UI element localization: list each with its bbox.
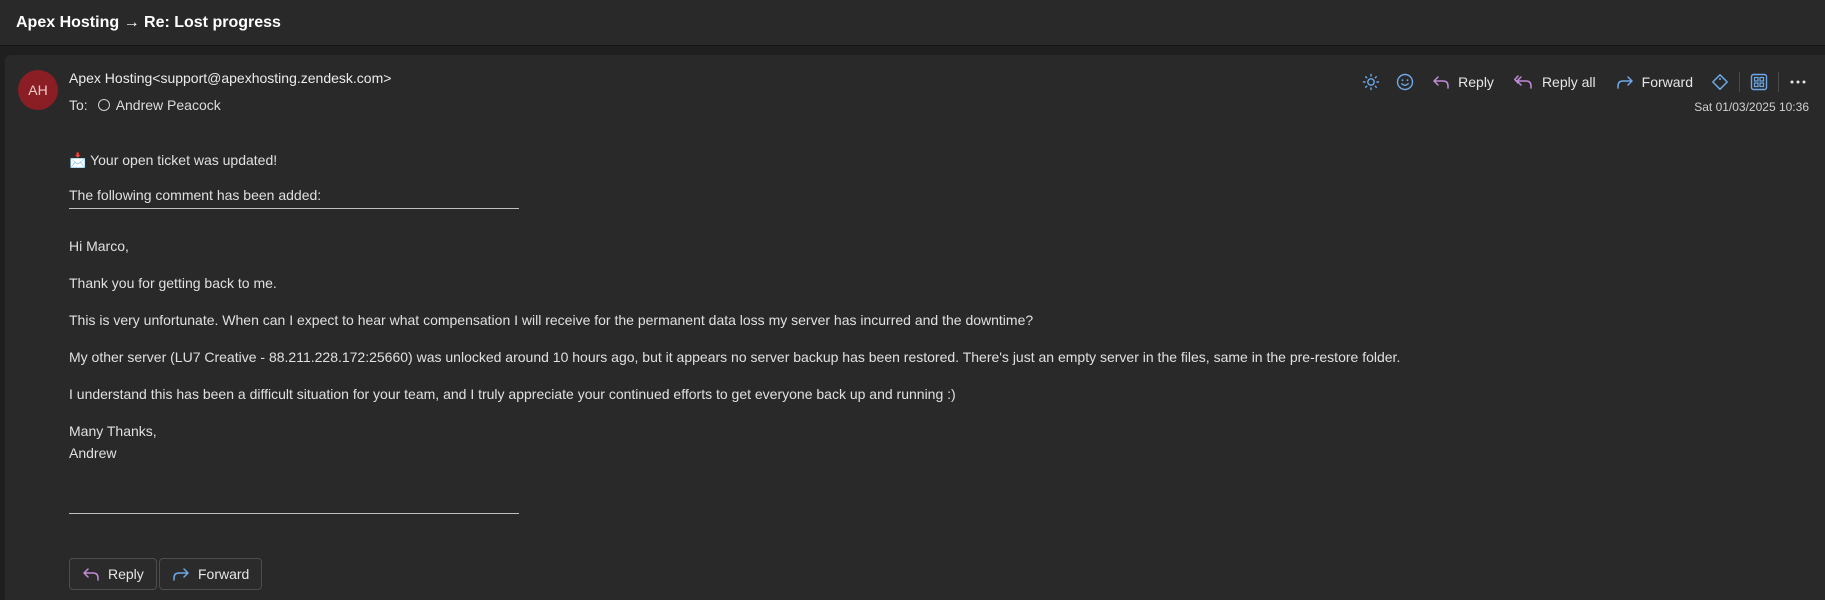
divider-bottom — [69, 513, 519, 514]
reply-all-label: Reply all — [1541, 74, 1596, 90]
tag-icon[interactable] — [1703, 67, 1737, 97]
apps-icon[interactable] — [1742, 67, 1776, 97]
forward-label: Forward — [1641, 74, 1693, 90]
sun-icon[interactable] — [1354, 67, 1388, 97]
footer-reply-button[interactable]: Reply — [69, 558, 157, 590]
forward-icon — [1616, 74, 1634, 90]
signoff-line-1: Many Thanks, — [69, 423, 157, 439]
reply-all-button[interactable]: Reply all — [1504, 67, 1606, 97]
signoff-line-2: Andrew — [69, 445, 117, 461]
emoji-icon[interactable] — [1388, 67, 1422, 97]
recipient-name[interactable]: Andrew Peacock — [116, 97, 221, 113]
reply-label: Reply — [1458, 74, 1494, 90]
message-date: Sat 01/03/2025 10:36 — [1694, 100, 1809, 114]
paragraph-3: My other server (LU7 Creative - 88.211.2… — [69, 349, 1401, 365]
presence-icon — [97, 99, 110, 111]
reply-button[interactable]: Reply — [1422, 67, 1504, 97]
ticket-notice: 📩 Your open ticket was updated! — [69, 152, 278, 168]
window-title: Apex Hosting → Re: Lost progress — [16, 13, 281, 31]
to-line: To: Andrew Peacock — [69, 97, 221, 113]
toolbar-separator — [1739, 72, 1740, 92]
footer-forward-button[interactable]: Forward — [159, 558, 263, 590]
forward-icon — [172, 566, 190, 582]
avatar[interactable]: AH — [18, 70, 58, 110]
title-bar: Apex Hosting → Re: Lost progress — [0, 0, 1825, 46]
message-actions-toolbar: Reply Reply all Forward — [1354, 67, 1815, 97]
toolbar-separator — [1778, 72, 1779, 92]
footer-forward-label: Forward — [198, 566, 250, 582]
paragraph-2: This is very unfortunate. When can I exp… — [69, 312, 1034, 328]
divider-top — [69, 208, 519, 209]
comment-intro: The following comment has been added: — [69, 187, 322, 203]
reply-icon — [82, 566, 100, 582]
footer-reply-label: Reply — [108, 566, 144, 582]
reply-all-icon — [1513, 74, 1534, 90]
sender-name[interactable]: Apex Hosting<support@apexhosting.zendesk… — [69, 70, 391, 86]
reading-pane: AH Apex Hosting<support@apexhosting.zend… — [5, 55, 1825, 600]
paragraph-1: Thank you for getting back to me. — [69, 275, 277, 291]
reply-icon — [1432, 74, 1450, 90]
paragraph-4: I understand this has been a difficult s… — [69, 386, 956, 402]
greeting: Hi Marco, — [69, 238, 129, 254]
forward-button[interactable]: Forward — [1606, 67, 1703, 97]
more-icon[interactable] — [1781, 67, 1815, 97]
to-label: To: — [69, 97, 88, 113]
